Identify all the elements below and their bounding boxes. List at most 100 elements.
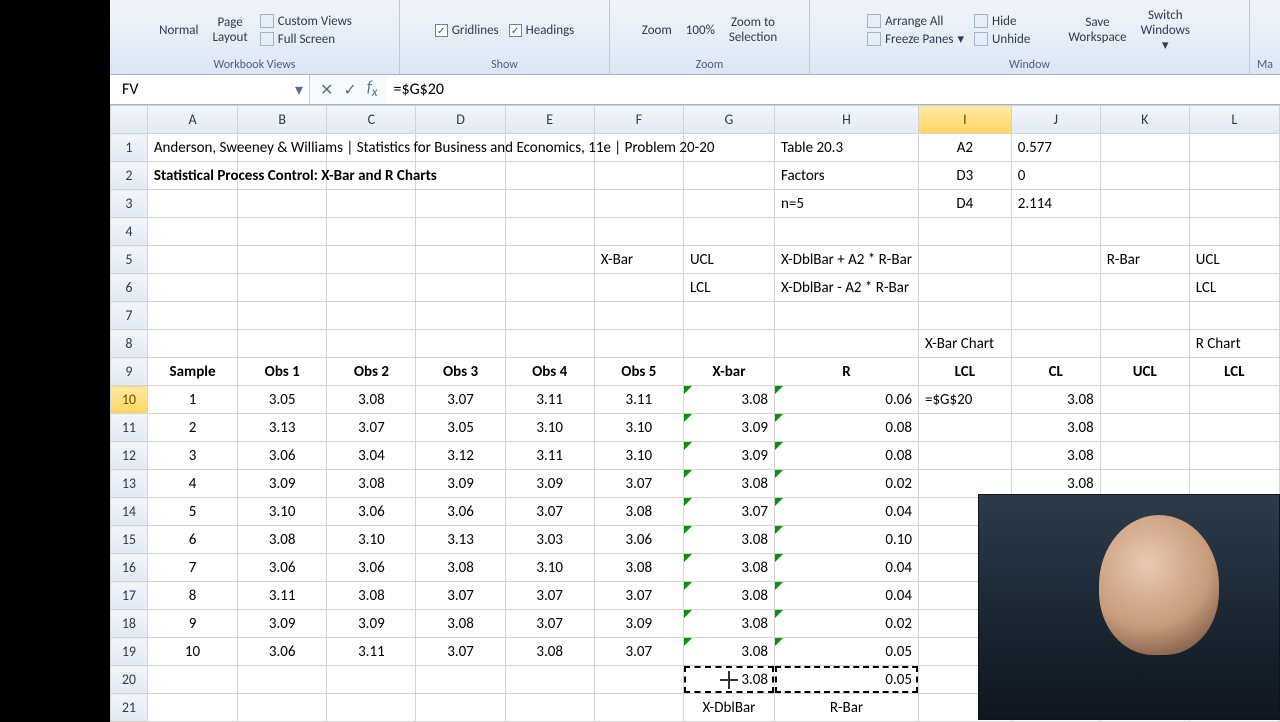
cell-G10[interactable]: 3.08 <box>683 386 774 414</box>
cell-H4[interactable] <box>774 218 918 246</box>
cell-I1[interactable]: A2 <box>918 134 1011 162</box>
cell-A8[interactable] <box>147 330 237 358</box>
cell-L12[interactable] <box>1189 442 1279 470</box>
cell-J3[interactable]: 2.114 <box>1011 190 1100 218</box>
cell-E8[interactable] <box>505 330 594 358</box>
normal-view-button[interactable]: Normal <box>155 21 202 40</box>
cell-I6[interactable] <box>918 274 1011 302</box>
cell-J9[interactable]: CL <box>1011 358 1100 386</box>
cell-D12[interactable]: 3.12 <box>416 442 505 470</box>
cell-C4[interactable] <box>327 218 416 246</box>
cell-L10[interactable] <box>1189 386 1279 414</box>
col-header-K[interactable]: K <box>1100 106 1189 134</box>
cell-C12[interactable]: 3.04 <box>327 442 416 470</box>
insert-function-button[interactable]: fx <box>367 78 378 100</box>
cell-B19[interactable]: 3.06 <box>238 638 327 666</box>
cell-J12[interactable]: 3.08 <box>1011 442 1100 470</box>
cell-F17[interactable]: 3.07 <box>594 582 683 610</box>
freeze-panes-button[interactable]: Freeze Panes ▾ <box>865 31 966 48</box>
cell-F9[interactable]: Obs 5 <box>594 358 683 386</box>
col-header-J[interactable]: J <box>1011 106 1100 134</box>
cell-E5[interactable] <box>505 246 594 274</box>
cell-B9[interactable]: Obs 1 <box>238 358 327 386</box>
cell-E3[interactable] <box>505 190 594 218</box>
row-header-12[interactable]: 12 <box>111 442 148 470</box>
zoom-button[interactable]: Zoom <box>638 21 676 40</box>
row-header-18[interactable]: 18 <box>111 610 148 638</box>
cell-H3[interactable]: n=5 <box>774 190 918 218</box>
cell-B14[interactable]: 3.10 <box>238 498 327 526</box>
cell-C19[interactable]: 3.11 <box>327 638 416 666</box>
cell-L4[interactable] <box>1189 218 1279 246</box>
cell-G19[interactable]: 3.08 <box>683 638 774 666</box>
cell-C21[interactable] <box>327 694 416 722</box>
cell-J2[interactable]: 0 <box>1011 162 1100 190</box>
cell-L3[interactable] <box>1189 190 1279 218</box>
cell-G8[interactable] <box>683 330 774 358</box>
cell-H7[interactable] <box>774 302 918 330</box>
cell-G2[interactable] <box>683 162 774 190</box>
cell-A18[interactable]: 9 <box>147 610 237 638</box>
cell-A16[interactable]: 7 <box>147 554 237 582</box>
cell-A1[interactable]: Anderson, Sweeney & Williams | Statistic… <box>147 134 237 162</box>
row-header-21[interactable]: 21 <box>111 694 148 722</box>
cell-D8[interactable] <box>416 330 505 358</box>
cell-F12[interactable]: 3.10 <box>594 442 683 470</box>
cell-A14[interactable]: 5 <box>147 498 237 526</box>
cell-G6[interactable]: LCL <box>683 274 774 302</box>
cell-I10[interactable]: =$G$20 <box>918 386 1011 414</box>
cell-F18[interactable]: 3.09 <box>594 610 683 638</box>
cell-F7[interactable] <box>594 302 683 330</box>
cell-E18[interactable]: 3.07 <box>505 610 594 638</box>
cell-B20[interactable] <box>238 666 327 694</box>
cell-A5[interactable] <box>147 246 237 274</box>
cell-L7[interactable] <box>1189 302 1279 330</box>
row-header-3[interactable]: 3 <box>111 190 148 218</box>
cell-C16[interactable]: 3.06 <box>327 554 416 582</box>
cell-E15[interactable]: 3.03 <box>505 526 594 554</box>
cell-G17[interactable]: 3.08 <box>683 582 774 610</box>
cell-F2[interactable] <box>594 162 683 190</box>
save-workspace-button[interactable]: Save Workspace <box>1064 13 1130 47</box>
cell-C11[interactable]: 3.07 <box>327 414 416 442</box>
cell-A19[interactable]: 10 <box>147 638 237 666</box>
row-header-13[interactable]: 13 <box>111 470 148 498</box>
cell-J6[interactable] <box>1011 274 1100 302</box>
cell-B17[interactable]: 3.11 <box>238 582 327 610</box>
cell-F6[interactable] <box>594 274 683 302</box>
cell-H21[interactable]: R-Bar <box>774 694 918 722</box>
cell-J10[interactable]: 3.08 <box>1011 386 1100 414</box>
cell-B7[interactable] <box>238 302 327 330</box>
cell-D6[interactable] <box>416 274 505 302</box>
cell-K3[interactable] <box>1100 190 1189 218</box>
cell-C18[interactable]: 3.09 <box>327 610 416 638</box>
cell-H8[interactable] <box>774 330 918 358</box>
cell-D21[interactable] <box>416 694 505 722</box>
row-header-15[interactable]: 15 <box>111 526 148 554</box>
cell-E9[interactable]: Obs 4 <box>505 358 594 386</box>
cell-H20[interactable]: 0.05 <box>774 666 918 694</box>
cell-B10[interactable]: 3.05 <box>238 386 327 414</box>
full-screen-button[interactable]: Full Screen <box>258 31 337 48</box>
cell-D3[interactable] <box>416 190 505 218</box>
cell-B13[interactable]: 3.09 <box>238 470 327 498</box>
cell-D20[interactable] <box>416 666 505 694</box>
cell-A10[interactable]: 1 <box>147 386 237 414</box>
cell-A21[interactable] <box>147 694 237 722</box>
cell-F3[interactable] <box>594 190 683 218</box>
cell-I5[interactable] <box>918 246 1011 274</box>
page-layout-button[interactable]: Page Layout <box>209 13 252 47</box>
cell-B16[interactable]: 3.06 <box>238 554 327 582</box>
cell-K10[interactable] <box>1100 386 1189 414</box>
cell-A7[interactable] <box>147 302 237 330</box>
cell-F19[interactable]: 3.07 <box>594 638 683 666</box>
custom-views-button[interactable]: Custom Views <box>258 13 354 30</box>
cell-H2[interactable]: Factors <box>774 162 918 190</box>
cell-H13[interactable]: 0.02 <box>774 470 918 498</box>
zoom-to-selection-button[interactable]: Zoom to Selection <box>725 13 781 47</box>
cell-G11[interactable]: 3.09 <box>683 414 774 442</box>
cell-D9[interactable]: Obs 3 <box>416 358 505 386</box>
cell-C14[interactable]: 3.06 <box>327 498 416 526</box>
col-header-H[interactable]: H <box>774 106 918 134</box>
cell-I3[interactable]: D4 <box>918 190 1011 218</box>
